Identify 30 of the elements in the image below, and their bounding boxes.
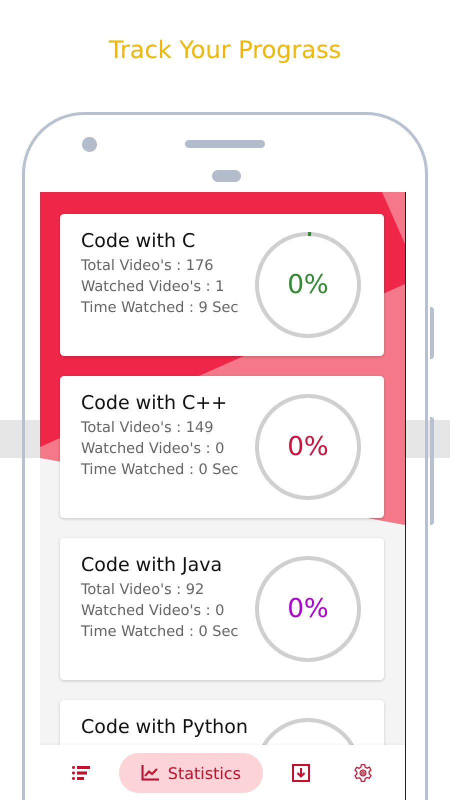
course-title: Code with Python — [81, 715, 248, 740]
statistics-tab[interactable]: Statistics — [118, 753, 263, 793]
stat-text: Time Watched : 9 Sec — [81, 299, 238, 318]
course-title: Code with Java — [81, 553, 224, 578]
stat-text: Total Video's : 176 — [81, 257, 214, 276]
stat-text: Total Video's : 92 — [81, 581, 206, 600]
stat-text: Total Video's : 149 — [81, 419, 214, 438]
percent-text: 0% — [287, 594, 329, 624]
course-card[interactable]: Code with Python — [60, 700, 384, 745]
course-card[interactable]: Code with Java Total Video's : 92 Watched Video's : 0 Time Watched : 0 Sec 0% — [60, 538, 384, 680]
list-icon — [72, 766, 90, 780]
course-title: Code with C++ — [81, 391, 228, 416]
course-card[interactable]: Code with C Total Video's : 176 Watched Video's : 1 Time Watched : 9 Sec 0% — [60, 214, 384, 356]
percent-text: 0% — [287, 432, 329, 462]
course-title: Code with C — [81, 229, 196, 254]
course-card[interactable]: Code with C++ Total Video's : 149 Watched Video's : 0 Time Watched : 0 Sec 0% — [60, 376, 384, 518]
chart-icon — [140, 765, 159, 781]
camera-icon — [82, 137, 97, 152]
stat-text: Time Watched : 0 Sec — [81, 461, 238, 480]
stat-text: Time Watched : 0 Sec — [81, 623, 238, 642]
stat-text: Watched Video's : 0 — [81, 602, 226, 621]
page-heading: Track Your Prograss — [108, 35, 342, 66]
speaker-icon — [185, 140, 265, 148]
settings-icon — [353, 763, 374, 783]
sensor-icon — [212, 170, 241, 182]
stat-text: Watched Video's : 0 — [81, 440, 226, 459]
stat-text: Watched Video's : 1 — [81, 278, 226, 297]
download-icon — [292, 764, 310, 782]
percent-text: 0% — [287, 270, 329, 300]
background-band — [0, 420, 40, 458]
